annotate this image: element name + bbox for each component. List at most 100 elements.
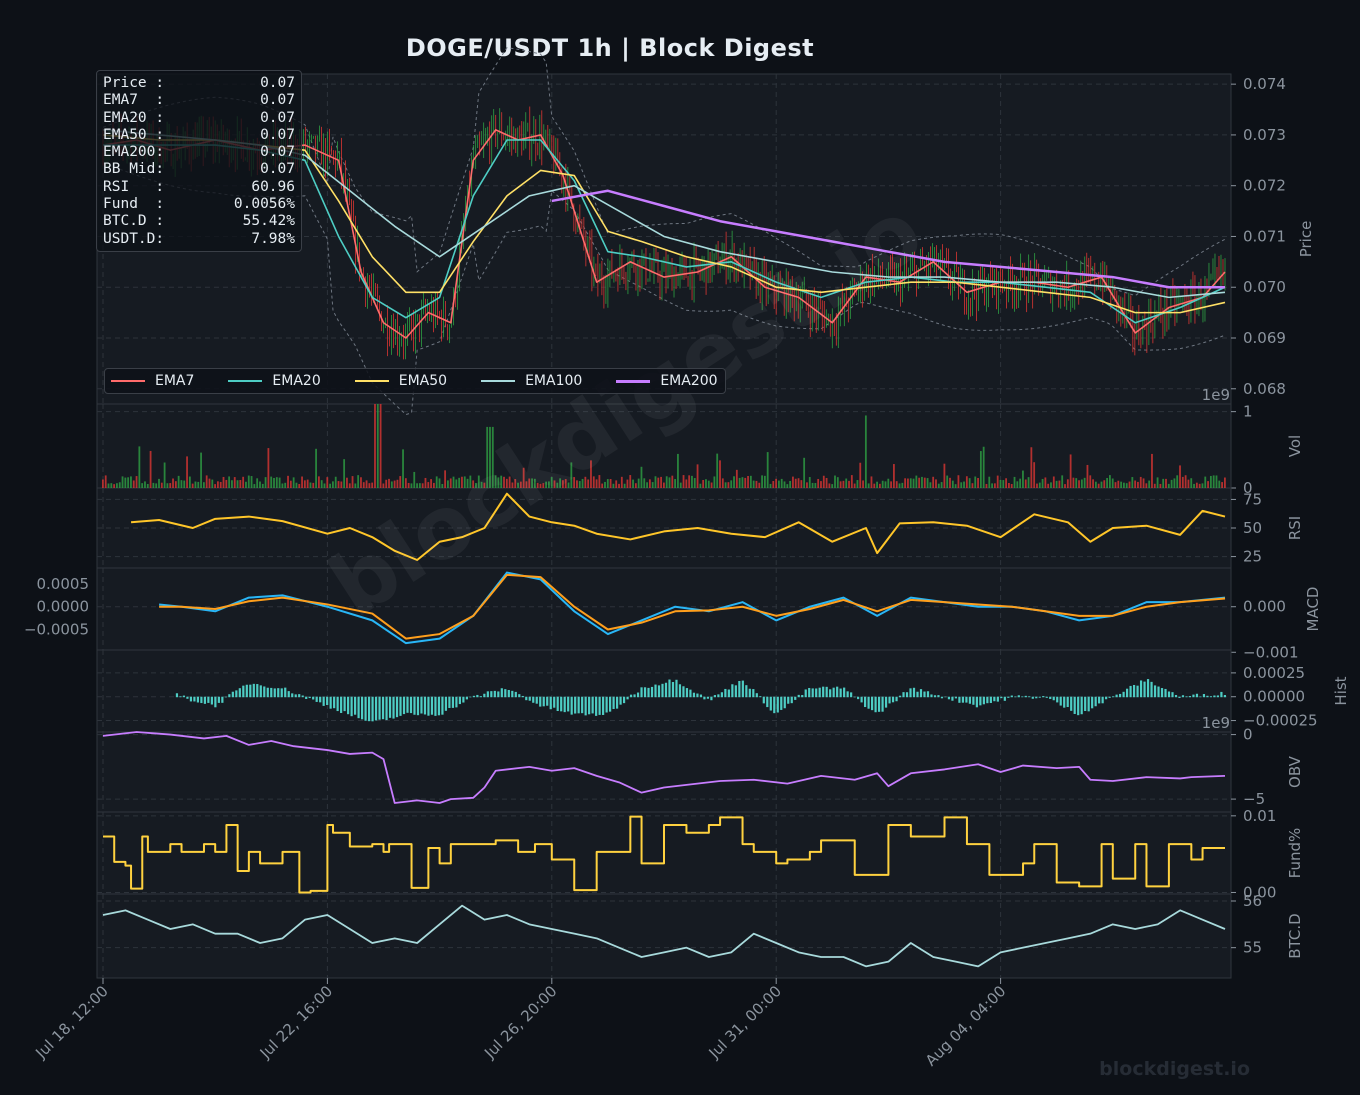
legend-item: EMA7 (111, 373, 194, 389)
hist-bar (615, 696, 619, 709)
legend-label: EMA7 (155, 373, 195, 389)
hist-bar (549, 696, 552, 710)
volume-bar (188, 476, 191, 488)
hist-bar (724, 688, 727, 698)
y-tick-label: 0.069 (1243, 329, 1286, 347)
hist-bar (780, 696, 783, 710)
volume-bar (646, 482, 648, 488)
volume-bar (677, 453, 679, 488)
legend-swatch (616, 379, 651, 383)
hist-bar (252, 683, 255, 698)
hist-bar (713, 695, 716, 698)
hist-bar (926, 691, 930, 698)
volume-bar (121, 476, 124, 488)
volume-bar (713, 476, 716, 488)
volume-bar (710, 482, 713, 488)
panel-btcd (96, 893, 1232, 979)
volume-bar (909, 478, 912, 488)
legend-label: EMA20 (272, 373, 321, 389)
x-tick-label: Aug 04, 04:00 (922, 982, 1010, 1070)
stats-row: EMA7 : 0.07 (103, 92, 295, 109)
volume-bar (1173, 478, 1176, 488)
stats-label: RSI : (103, 178, 165, 195)
volume-bar (1064, 484, 1066, 488)
hist-bar (378, 696, 381, 720)
volume-bar (665, 476, 668, 488)
hist-bar (374, 696, 378, 721)
hist-bar (207, 696, 210, 703)
volume-bar (130, 476, 132, 488)
volume-bar (839, 481, 842, 488)
hist-bar (1028, 696, 1031, 698)
hist-bar (1157, 686, 1160, 698)
hist-bar (1125, 688, 1129, 698)
hist-bar (448, 696, 451, 708)
hist-bar (696, 693, 699, 698)
volume-bar (360, 477, 362, 488)
volume-bar (845, 478, 848, 488)
hist-bar (514, 691, 517, 698)
volume-bar (1066, 479, 1069, 488)
volume-bar (864, 415, 867, 488)
volume-bar (332, 481, 334, 488)
volume-bar (1114, 482, 1117, 488)
hist-bar (521, 695, 524, 698)
volume-bar (118, 482, 121, 488)
hist-bar (1136, 685, 1139, 698)
hist-bar (895, 696, 898, 702)
volume-bar (758, 482, 761, 488)
volume-bar (152, 482, 155, 488)
hist-bar (1160, 688, 1164, 698)
stats-row: BB Mid: 0.07 (103, 161, 295, 178)
volume-bar (806, 482, 808, 488)
hist-bar (755, 693, 758, 698)
hist-bar (902, 692, 905, 698)
volume-bar (1058, 480, 1061, 488)
volume-bar (174, 481, 177, 488)
stats-value: 0.07 (260, 92, 295, 109)
volume-bar (1190, 478, 1193, 488)
hist-bar (745, 685, 748, 698)
volume-bar (1204, 476, 1207, 488)
volume-bar (1106, 477, 1108, 488)
hist-bar (664, 682, 668, 698)
hist-bar (1171, 692, 1174, 698)
volume-bar (1221, 482, 1223, 488)
hist-bar (186, 696, 189, 699)
volume-bar (1134, 480, 1137, 488)
x-tick-label: Jul 18, 12:00 (31, 982, 111, 1062)
hist-bar (182, 695, 186, 698)
volume-bar (404, 478, 407, 488)
hist-bar (574, 696, 577, 714)
stats-label: EMA50 : (103, 126, 165, 143)
hist-bar (657, 685, 661, 698)
volume-bar (402, 449, 404, 488)
volume-bar (1176, 475, 1179, 488)
volume-bar (1123, 482, 1125, 488)
volume-bar (895, 481, 898, 488)
hist-bar (371, 696, 374, 722)
hist-bar (801, 695, 804, 698)
volume-bar (1047, 483, 1050, 488)
volume-bar (365, 480, 368, 488)
volume-bar (1089, 475, 1092, 488)
hist-bar (1101, 696, 1104, 704)
volume-bar (811, 482, 814, 488)
volume-bar (716, 453, 719, 488)
stats-value: 0.07 (260, 109, 295, 126)
volume-bar (169, 483, 172, 488)
volume-bar (1125, 483, 1128, 488)
volume-bar (177, 475, 180, 488)
volume-bar (797, 478, 800, 488)
hist-bar (270, 687, 273, 698)
hist-bar (1132, 684, 1136, 698)
hist-bar (850, 692, 853, 698)
x-tick-label: Jul 26, 20:00 (480, 982, 560, 1062)
volume-bar (935, 479, 937, 488)
volume-bar (842, 480, 845, 488)
y-axis-label: OBV (1286, 755, 1304, 788)
hist-bar (413, 696, 416, 715)
hist-bar (570, 696, 573, 715)
hist-bar (179, 696, 182, 698)
hist-bar (350, 696, 353, 717)
